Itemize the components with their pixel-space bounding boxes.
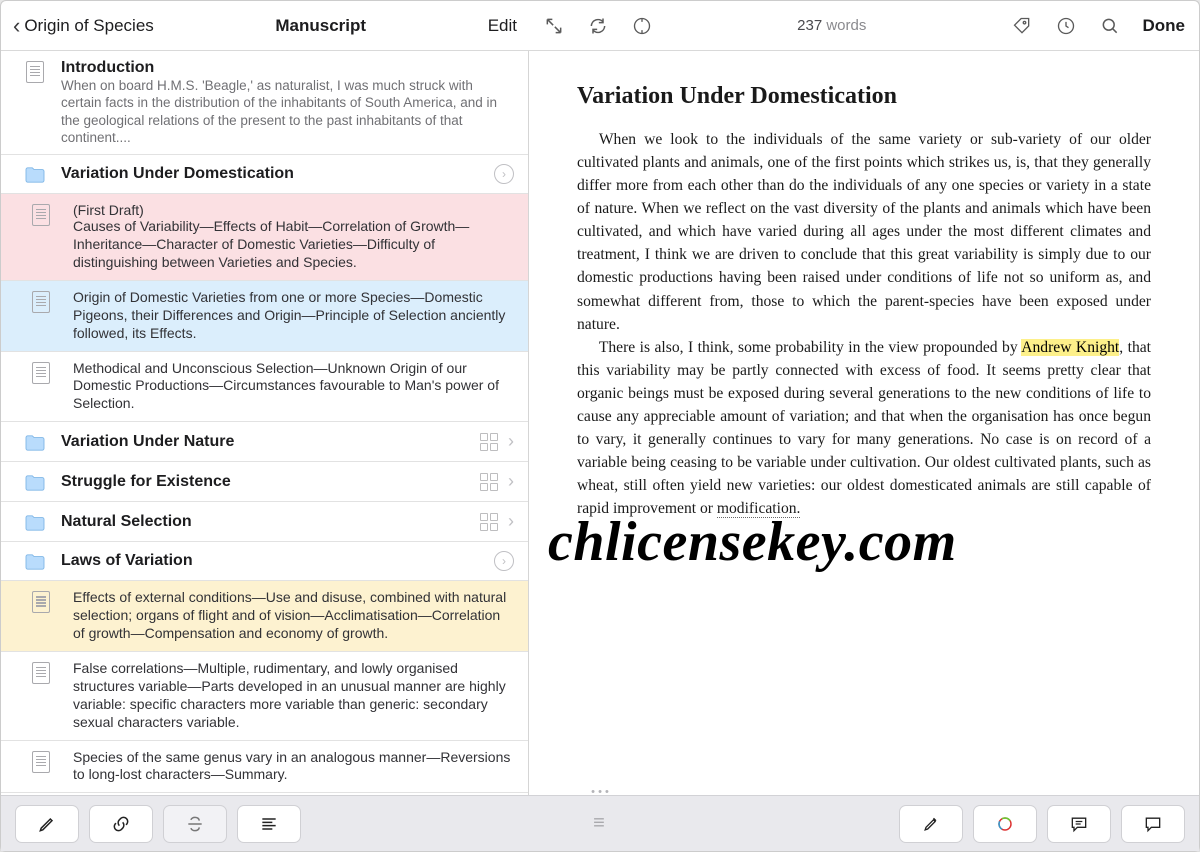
document-paragraph: There is also, I think, some probability… bbox=[577, 336, 1151, 521]
document-icon bbox=[9, 749, 73, 773]
document-icon bbox=[9, 660, 73, 684]
doc-synopsis: When on board H.M.S. 'Beagle,' as natura… bbox=[61, 77, 514, 146]
outline-document[interactable]: IntroductionWhen on board H.M.S. 'Beagle… bbox=[1, 51, 528, 155]
comment-lines-button[interactable] bbox=[1047, 805, 1111, 843]
document-paragraph: When we look to the individuals of the s… bbox=[577, 128, 1151, 336]
outline-document[interactable]: Methodical and Unconscious Selection—Unk… bbox=[1, 352, 528, 423]
linked-text[interactable]: modification. bbox=[717, 500, 801, 518]
document-icon bbox=[9, 360, 73, 384]
back-label: Origin of Species bbox=[24, 16, 153, 36]
outline-document[interactable]: Species of the same genus vary in an ana… bbox=[1, 741, 528, 794]
outline-panel[interactable]: IntroductionWhen on board H.M.S. 'Beagle… bbox=[1, 51, 529, 795]
grip-icon[interactable]: ≡ bbox=[593, 812, 607, 835]
drag-handle-icon[interactable]: • • • bbox=[591, 786, 609, 798]
doc-synopsis: Origin of Domestic Varieties from one or… bbox=[73, 289, 514, 343]
color-button[interactable] bbox=[973, 805, 1037, 843]
doc-synopsis: Effects of external conditions—Use and d… bbox=[73, 589, 514, 643]
disclosure-icon[interactable]: › bbox=[494, 164, 514, 184]
document-body: When we look to the individuals of the s… bbox=[577, 128, 1151, 520]
outline-folder[interactable]: Variation Under Nature › bbox=[1, 422, 528, 462]
document-icon bbox=[9, 589, 73, 613]
outline-folder[interactable]: Natural Selection › bbox=[1, 502, 528, 542]
chevron-right-icon[interactable]: › bbox=[508, 511, 514, 532]
outline-folder[interactable]: Laws of Variation› bbox=[1, 542, 528, 581]
grid-icon[interactable] bbox=[480, 433, 498, 451]
folder-icon bbox=[9, 432, 61, 452]
document-icon bbox=[9, 59, 61, 83]
doc-subtitle: (First Draft) bbox=[73, 202, 514, 218]
tag-icon[interactable] bbox=[1011, 15, 1033, 37]
chevron-right-icon[interactable]: › bbox=[508, 431, 514, 452]
bottom-toolbar: • • • ≡ bbox=[1, 795, 1199, 851]
doc-title: Introduction bbox=[61, 59, 514, 77]
word-count-number: 237 bbox=[797, 17, 822, 34]
disclosure-icon[interactable]: › bbox=[494, 551, 514, 571]
doc-synopsis: Species of the same genus vary in an ana… bbox=[73, 749, 514, 785]
strikethrough-button[interactable] bbox=[163, 805, 227, 843]
folder-title: Variation Under Domestication bbox=[61, 165, 494, 183]
chevron-right-icon[interactable]: › bbox=[508, 471, 514, 492]
document-title: Variation Under Domestication bbox=[577, 83, 1151, 110]
folder-icon bbox=[9, 472, 61, 492]
main-area: IntroductionWhen on board H.M.S. 'Beagle… bbox=[1, 51, 1199, 795]
folder-icon bbox=[9, 512, 61, 532]
highlighted-text: Andrew Knight bbox=[1021, 339, 1119, 356]
edit-button[interactable]: Edit bbox=[488, 16, 517, 36]
pencil-button[interactable] bbox=[15, 805, 79, 843]
doc-synopsis: Causes of Variability—Effects of Habit—C… bbox=[73, 218, 514, 272]
folder-title: Struggle for Existence bbox=[61, 473, 480, 491]
document-icon bbox=[9, 289, 73, 313]
target-icon[interactable] bbox=[631, 15, 653, 37]
sync-icon[interactable] bbox=[587, 15, 609, 37]
outline-document[interactable]: Effects of external conditions—Use and d… bbox=[1, 581, 528, 652]
outline-document[interactable]: (First Draft)Causes of Variability—Effec… bbox=[1, 194, 528, 281]
align-button[interactable] bbox=[237, 805, 301, 843]
word-count[interactable]: 237 words bbox=[797, 17, 866, 34]
history-icon[interactable] bbox=[1055, 15, 1077, 37]
search-icon[interactable] bbox=[1099, 15, 1121, 37]
folder-title: Laws of Variation bbox=[61, 552, 494, 570]
outline-folder[interactable]: Variation Under Domestication› bbox=[1, 155, 528, 194]
doc-synopsis: Methodical and Unconscious Selection—Unk… bbox=[73, 360, 514, 414]
outline-document[interactable]: Origin of Domestic Varieties from one or… bbox=[1, 281, 528, 352]
folder-icon bbox=[9, 551, 61, 571]
grid-icon[interactable] bbox=[480, 473, 498, 491]
folder-title: Variation Under Nature bbox=[61, 433, 480, 451]
document-view[interactable]: Variation Under Domestication When we lo… bbox=[529, 51, 1199, 795]
link-button[interactable] bbox=[89, 805, 153, 843]
page-title: Manuscript bbox=[154, 16, 488, 36]
top-toolbar-left: ‹ Origin of Species Manuscript Edit bbox=[1, 1, 529, 50]
folder-title: Natural Selection bbox=[61, 513, 480, 531]
document-icon bbox=[9, 202, 73, 226]
chevron-left-icon: ‹ bbox=[13, 13, 20, 39]
word-count-unit: words bbox=[826, 17, 866, 34]
app-window: ‹ Origin of Species Manuscript Edit 237 bbox=[0, 0, 1200, 852]
highlighter-button[interactable] bbox=[899, 805, 963, 843]
grid-icon[interactable] bbox=[480, 513, 498, 531]
done-button[interactable]: Done bbox=[1143, 16, 1186, 36]
top-toolbar-right: 237 words Done bbox=[529, 1, 1199, 50]
outline-document[interactable]: False correlations—Multiple, rudimentary… bbox=[1, 652, 528, 741]
doc-synopsis: False correlations—Multiple, rudimentary… bbox=[73, 660, 514, 732]
top-toolbar: ‹ Origin of Species Manuscript Edit 237 bbox=[1, 1, 1199, 51]
folder-icon bbox=[9, 164, 61, 184]
comment-button[interactable] bbox=[1121, 805, 1185, 843]
back-button[interactable]: ‹ Origin of Species bbox=[13, 13, 154, 39]
outline-folder[interactable]: Struggle for Existence › bbox=[1, 462, 528, 502]
arrow-out-icon[interactable] bbox=[543, 15, 565, 37]
